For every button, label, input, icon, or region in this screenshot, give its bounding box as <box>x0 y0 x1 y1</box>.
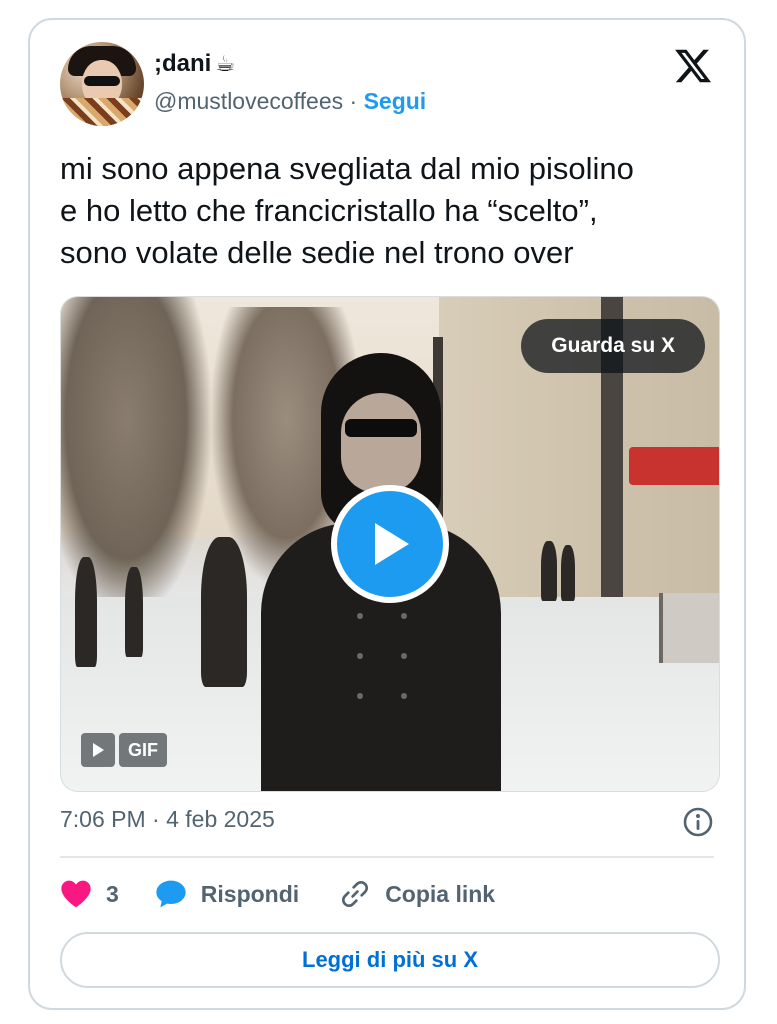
tweet-text: mi sono appena svegliata dal mio pisolin… <box>60 148 720 274</box>
author-display-name[interactable]: ;dani <box>154 50 211 78</box>
copy-link-button[interactable]: Copia link <box>339 878 495 910</box>
media-coat-button <box>401 613 407 619</box>
gif-badge: GIF <box>81 733 167 767</box>
media-coat-button <box>401 653 407 659</box>
reply-label: Rispondi <box>200 880 300 907</box>
media-passerby <box>561 545 575 601</box>
gif-label: GIF <box>119 733 167 767</box>
author-handle[interactable]: @mustlovecoffees <box>154 88 343 114</box>
media-coat-button <box>357 653 363 659</box>
gif-play-icon <box>81 733 115 767</box>
play-icon <box>375 523 409 565</box>
speech-bubble-icon <box>156 880 186 908</box>
media-bench <box>659 593 719 663</box>
media-passerby <box>75 557 97 667</box>
action-bar: 3 Rispondi Copia link <box>60 872 495 916</box>
media-passerby <box>201 537 247 687</box>
tweet-text-line: mi sono appena svegliata dal mio pisolin… <box>60 151 634 186</box>
media-person-sunglasses <box>345 419 417 437</box>
media-coat-button <box>401 693 407 699</box>
tweet-card: ;dani ☕ @mustlovecoffees · Segui mi sono… <box>28 18 746 1010</box>
tweet-text-line: e ho letto che francicristallo ha “scelt… <box>60 193 598 228</box>
avatar-scarf <box>60 98 144 126</box>
media-awning <box>629 447 719 485</box>
author-name-row[interactable]: ;dani ☕ <box>154 50 235 78</box>
link-icon <box>342 880 369 908</box>
tweet-text-line: sono volate delle sedie nel trono over <box>60 235 574 270</box>
media-coat-button <box>357 693 363 699</box>
author-handle-row: @mustlovecoffees · Segui <box>154 88 426 115</box>
avatar[interactable] <box>60 42 144 126</box>
media-passerby <box>541 541 557 601</box>
media-person-face <box>341 393 421 493</box>
like-button[interactable]: 3 <box>60 879 119 909</box>
play-button[interactable] <box>331 485 449 603</box>
read-more-button[interactable]: Leggi di più su X <box>60 932 720 988</box>
reply-button[interactable]: Rispondi <box>155 879 299 909</box>
follow-button[interactable]: Segui <box>364 88 427 114</box>
media-gif[interactable]: Guarda su X GIF <box>60 296 720 792</box>
divider <box>60 856 714 858</box>
tweet-timestamp[interactable]: 7:06 PM · 4 feb 2025 <box>60 806 275 833</box>
like-count: 3 <box>106 880 119 907</box>
x-logo-icon[interactable] <box>672 46 714 86</box>
copy-link-label: Copia link <box>385 880 496 907</box>
heart-icon <box>61 880 91 908</box>
avatar-sunglasses <box>84 76 120 86</box>
info-icon[interactable] <box>682 806 714 838</box>
separator-dot: · <box>349 88 358 114</box>
media-passerby <box>125 567 143 657</box>
coffee-emoji-icon: ☕ <box>215 51 236 76</box>
media-coat-button <box>357 613 363 619</box>
watch-on-x-button[interactable]: Guarda su X <box>521 319 705 373</box>
